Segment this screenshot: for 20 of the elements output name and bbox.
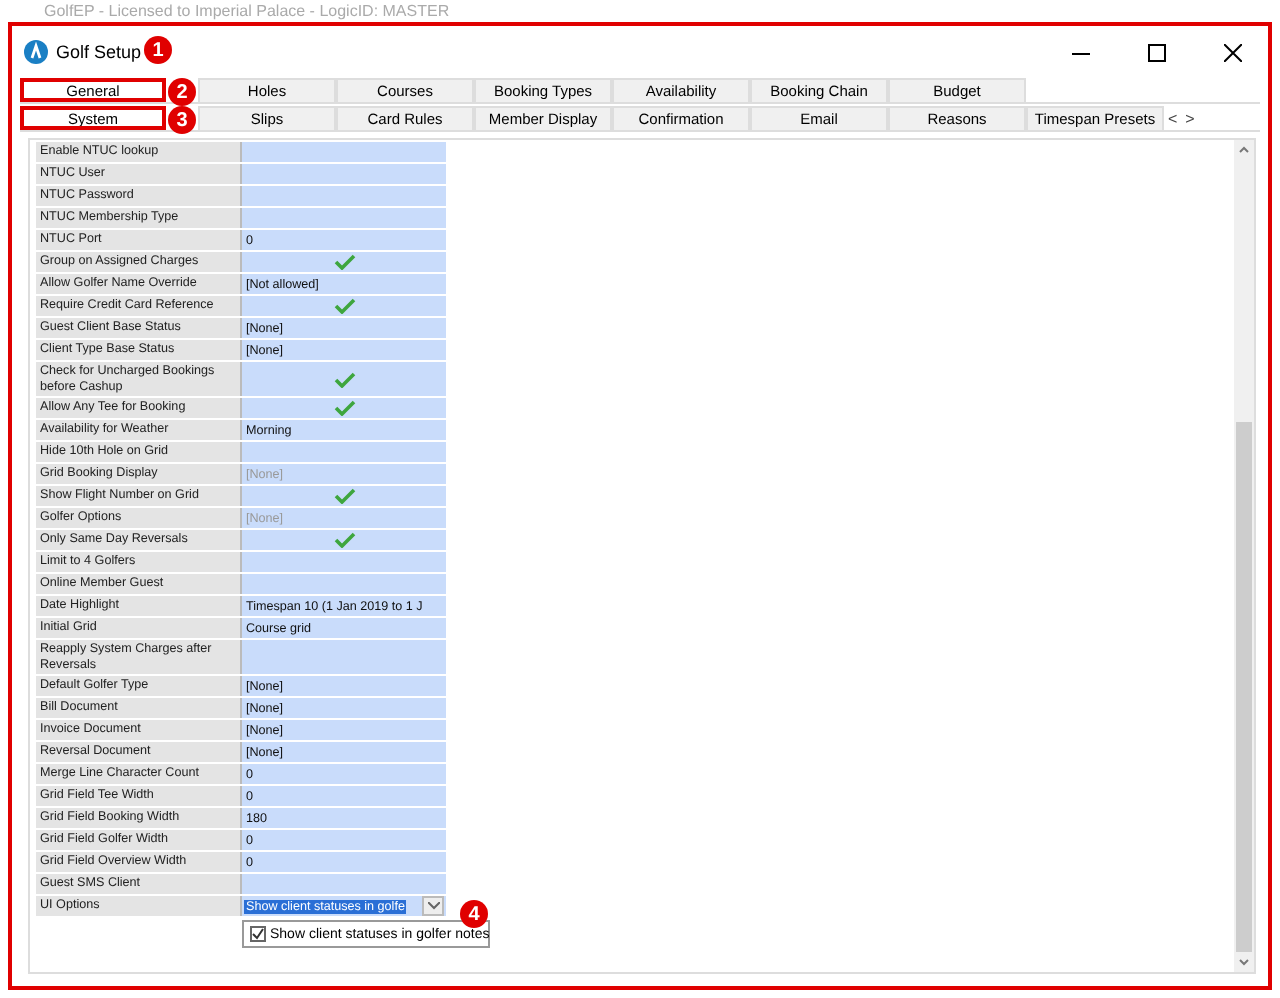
window-title: Golf Setup <box>56 42 142 62</box>
annotation-badge: 2 <box>168 78 196 106</box>
chevron-down-icon <box>427 902 439 910</box>
scrollbar[interactable] <box>1234 140 1254 972</box>
annotation-badge: 1 <box>144 36 172 64</box>
property-value[interactable] <box>242 398 446 418</box>
property-value[interactable] <box>242 296 446 316</box>
property-value[interactable] <box>242 252 446 272</box>
close-icon <box>1223 43 1241 61</box>
tab-scroll-right-button[interactable]: > <box>1181 106 1199 130</box>
property-value[interactable] <box>242 530 446 550</box>
background-window-title: GolfEP - Licensed to Imperial Palace - LogicID: MASTER <box>42 0 452 22</box>
checkbox[interactable] <box>250 926 266 942</box>
dropdown-button[interactable] <box>422 896 444 916</box>
app-logo-icon <box>24 40 48 64</box>
annotation-badge: 3 <box>168 106 196 134</box>
annotation-badge: 4 <box>460 900 488 928</box>
tab-scroll-left-button[interactable]: < <box>1164 106 1182 130</box>
maximize-icon <box>1147 43 1165 61</box>
property-value[interactable] <box>242 486 446 506</box>
